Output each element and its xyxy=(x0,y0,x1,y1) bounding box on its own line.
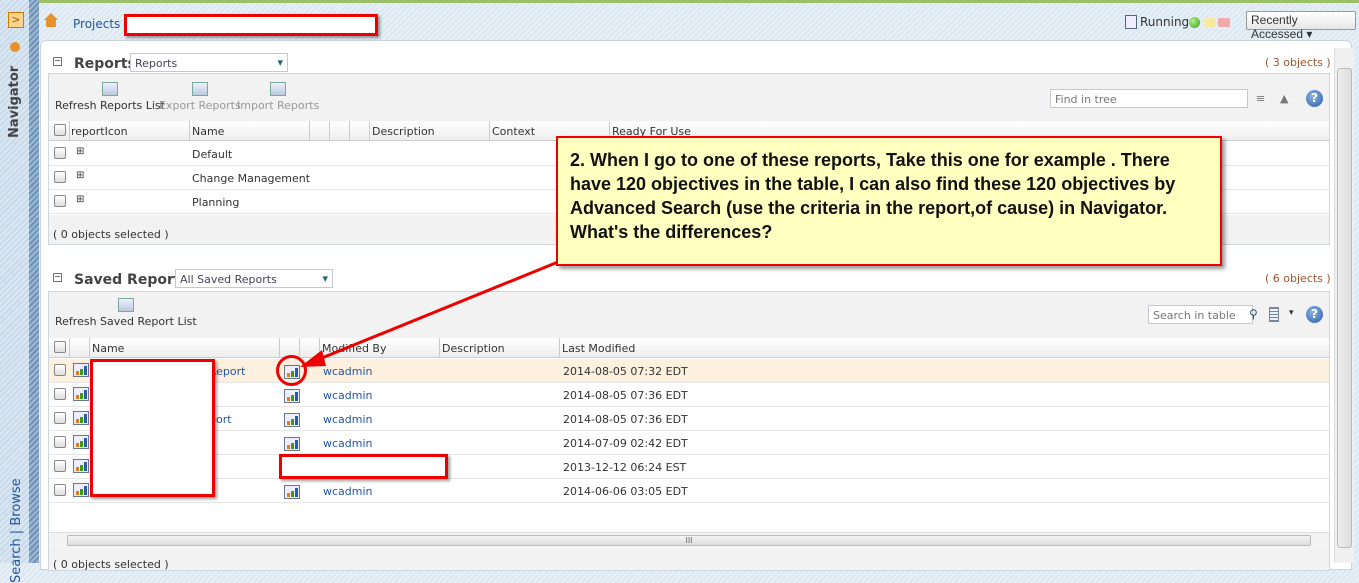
annotation-arrow xyxy=(300,260,559,367)
annotation-text: 2. When I go to one of these reports, Ta… xyxy=(570,150,1176,242)
annotation-callout: 2. When I go to one of these reports, Ta… xyxy=(556,136,1222,266)
